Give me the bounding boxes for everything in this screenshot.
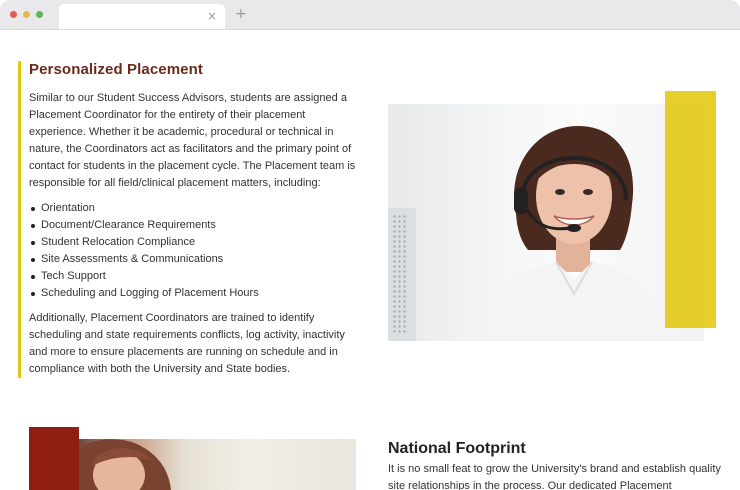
yellow-accent-bar [665,91,716,328]
list-item: Tech Support [31,268,374,285]
support-agent-photo [388,104,704,341]
national-footprint-paragraph: It is no small feat to grow the Universi… [388,463,721,490]
list-item: Scheduling and Logging of Placement Hour… [31,285,374,302]
plus-icon[interactable]: + [235,6,247,22]
window-minimize-button[interactable] [23,11,30,18]
page-content: Personalized Placement Similar to our St… [0,30,740,490]
browser-tab[interactable]: × [59,4,225,29]
national-footprint-heading: National Footprint [388,440,526,457]
list-item: Document/Clearance Requirements [31,217,374,234]
second-section-photo [79,439,356,490]
browser-titlebar: × + [0,0,740,30]
browser-window: × + Personalized Placement Similar to ou… [0,0,740,490]
close-icon[interactable]: × [207,8,217,24]
closing-paragraph: Additionally, Placement Coordinators are… [29,312,345,375]
section-heading: Personalized Placement [29,61,203,78]
list-item: Student Relocation Compliance [31,234,374,251]
personalized-placement-section: Personalized Placement Similar to our St… [18,61,374,378]
woman-illustration [79,439,171,490]
list-item: Orientation [31,200,374,217]
list-item: Site Assessments & Communications [31,251,374,268]
red-accent-block [29,427,79,490]
window-close-button[interactable] [10,11,17,18]
agent-illustration [486,126,666,341]
window-maximize-button[interactable] [36,11,43,18]
intro-paragraph: Similar to our Student Success Advisors,… [29,92,356,189]
responsibilities-list: Orientation Document/Clearance Requireme… [29,200,374,302]
